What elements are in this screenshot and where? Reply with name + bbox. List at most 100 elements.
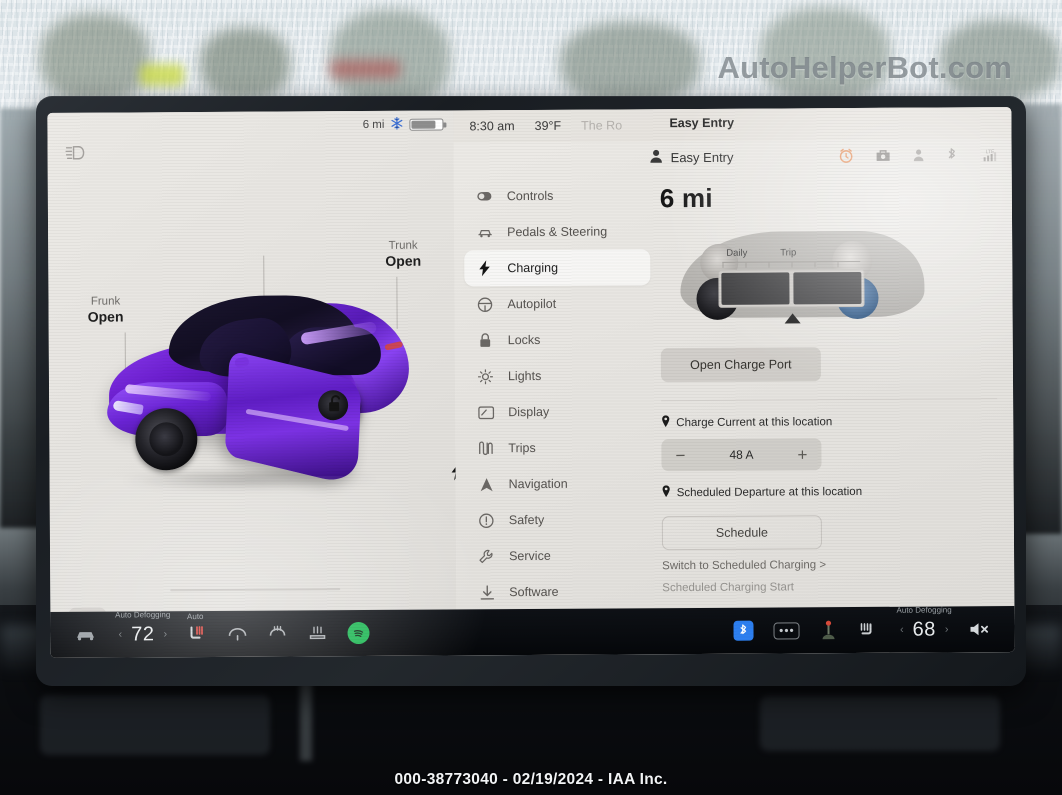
safety-icon — [478, 513, 495, 528]
menu-item-label: Service — [509, 548, 551, 564]
battery-pack — [718, 268, 865, 308]
blurred-tree — [330, 10, 450, 105]
menu-item-label: Autopilot — [507, 296, 557, 312]
driver-temperature-value: 72 — [131, 622, 155, 645]
watermark: AutoHelperBot.com — [717, 50, 1012, 85]
passenger-temperature-control[interactable]: Auto Defogging ‹ 68 › — [896, 605, 951, 641]
blurred-tree — [560, 22, 700, 102]
profile-overlay-label: Easy Entry — [669, 115, 735, 131]
blurred-vehicle — [330, 60, 400, 78]
switch-to-scheduled-charging-link[interactable]: Switch to Scheduled Charging > — [662, 558, 998, 572]
status-icon-tray: LTE — [839, 147, 998, 168]
more-options-icon[interactable]: ••• — [773, 621, 800, 640]
passenger-seat-heater-icon[interactable] — [858, 621, 880, 639]
temp-increase-right[interactable]: › — [945, 623, 949, 635]
menu-item-display[interactable]: Display — [465, 393, 651, 430]
callout-trunk-value: Open — [385, 253, 422, 270]
menu-item-autopilot[interactable]: Autopilot — [464, 285, 650, 322]
bluetooth-icon[interactable] — [947, 147, 958, 167]
car-visualization[interactable]: Frunk Open Trunk Open — [48, 240, 456, 562]
range-readout: 6 mi — [362, 118, 385, 132]
trips-icon — [477, 441, 494, 456]
wrench-icon — [478, 549, 495, 564]
menu-item-software[interactable]: Software — [466, 573, 652, 610]
download-icon — [478, 584, 495, 600]
dashboard-detail — [40, 695, 270, 755]
temp-increase-left[interactable]: › — [163, 628, 167, 640]
controls-panel: 8:30 am 39°F The Ro Easy Entry Easy Entr… — [453, 107, 1015, 656]
blurred-tree — [40, 14, 150, 100]
callout-leader-line — [396, 276, 398, 329]
open-charge-port-button[interactable]: Open Charge Port — [660, 347, 821, 383]
menu-item-lights[interactable]: Lights — [465, 357, 651, 394]
alarm-clock-icon[interactable] — [839, 148, 854, 168]
tesla-touchscreen[interactable]: 6 mi Frunk Open Trunk Open 8:30 am 39°F … — [47, 107, 1015, 658]
headlight-icon[interactable] — [64, 145, 88, 166]
windshield-defrost-icon[interactable] — [307, 625, 327, 641]
charge-current-stepper[interactable]: − 48 A + — [661, 438, 822, 472]
menu-item-label: Software — [509, 584, 559, 600]
charge-limit-handle[interactable] — [784, 313, 801, 324]
temp-decrease-right[interactable]: ‹ — [900, 624, 904, 636]
media-drag-handle[interactable] — [170, 588, 341, 592]
menu-item-safety[interactable]: Safety — [466, 501, 652, 538]
seat-heater-auto-label: Auto — [186, 612, 204, 622]
charge-current-value: 48 A — [729, 447, 754, 462]
toggle-icon — [476, 191, 493, 201]
menu-item-trips[interactable]: Trips — [465, 429, 651, 466]
menu-item-label: Safety — [508, 512, 545, 528]
toybox-joystick-icon[interactable] — [820, 620, 838, 640]
scheduled-departure-label-row: Scheduled Departure at this location — [662, 483, 998, 500]
decrement-button[interactable]: − — [675, 446, 685, 465]
unlock-icon[interactable] — [327, 393, 345, 418]
schedule-button[interactable]: Schedule — [661, 515, 823, 551]
mute-icon[interactable] — [968, 621, 992, 637]
camera-icon[interactable] — [876, 149, 891, 167]
slider-label-trip: Trip — [780, 247, 797, 259]
battery-indicator — [409, 118, 446, 131]
temp-decrease-left[interactable]: ‹ — [118, 629, 122, 641]
climate-right-group[interactable]: ••• Auto Defogging ‹ 68 › — [733, 605, 993, 643]
menu-item-charging[interactable]: Charging — [464, 249, 651, 287]
person-icon — [650, 149, 663, 166]
driver-temperature-control[interactable]: Auto Defogging ‹ 72 › — [115, 610, 170, 646]
user-icon[interactable] — [913, 149, 925, 167]
rear-defrost-icon[interactable] — [267, 625, 287, 641]
scheduled-departure-label: Scheduled Departure at this location — [676, 485, 863, 499]
menu-item-service[interactable]: Service — [466, 537, 652, 574]
driver-seat-heater-icon[interactable]: Auto — [187, 612, 207, 643]
profile-row[interactable]: Easy Entry — [650, 149, 734, 167]
charging-range-readout: 6 mi — [659, 182, 713, 214]
location-pin-icon — [661, 415, 670, 430]
menu-item-pedals-steering[interactable]: Pedals & Steering — [464, 213, 650, 250]
dashboard-detail — [760, 696, 1000, 751]
climate-left-group[interactable]: Auto Defogging ‹ 72 › Auto — [72, 610, 370, 646]
battery-charge-slider[interactable]: Daily Trip — [680, 221, 925, 332]
cellular-signal-icon[interactable]: LTE — [980, 148, 998, 167]
menu-item-locks[interactable]: Locks — [465, 321, 651, 358]
increment-button[interactable]: + — [797, 445, 807, 464]
menu-item-navigation[interactable]: Navigation — [466, 465, 652, 502]
spotify-icon[interactable] — [347, 621, 370, 645]
battery-nub — [443, 122, 446, 128]
bluetooth-tile-icon[interactable] — [733, 620, 754, 641]
climate-bar[interactable]: Auto Defogging ‹ 72 › Auto ••• Auto Defo… — [50, 605, 1015, 658]
controls-menu[interactable]: Controls Pedals & Steering Charging Auto… — [464, 177, 653, 646]
passenger-temperature-value: 68 — [912, 618, 936, 641]
car-controls-icon[interactable] — [72, 629, 98, 641]
nav-destination-faint: The Ro — [581, 118, 623, 133]
menu-item-controls[interactable]: Controls — [464, 177, 650, 214]
navigation-icon — [478, 477, 495, 492]
callout-trunk-title: Trunk — [388, 239, 418, 252]
battery-fill — [411, 120, 436, 129]
slider-label-daily: Daily — [726, 247, 748, 259]
front-defrost-icon[interactable] — [227, 626, 247, 641]
steering-wheel-icon — [476, 297, 493, 312]
car-seat-icon — [476, 227, 493, 238]
charge-slider-ticks — [722, 260, 861, 268]
menu-item-label: Trips — [508, 440, 536, 456]
callout-frunk: Frunk Open — [70, 294, 140, 326]
snowflake-icon — [390, 117, 403, 133]
right-window-pillar — [1020, 104, 1062, 534]
charge-current-label-row: Charge Current at this location — [661, 413, 997, 430]
